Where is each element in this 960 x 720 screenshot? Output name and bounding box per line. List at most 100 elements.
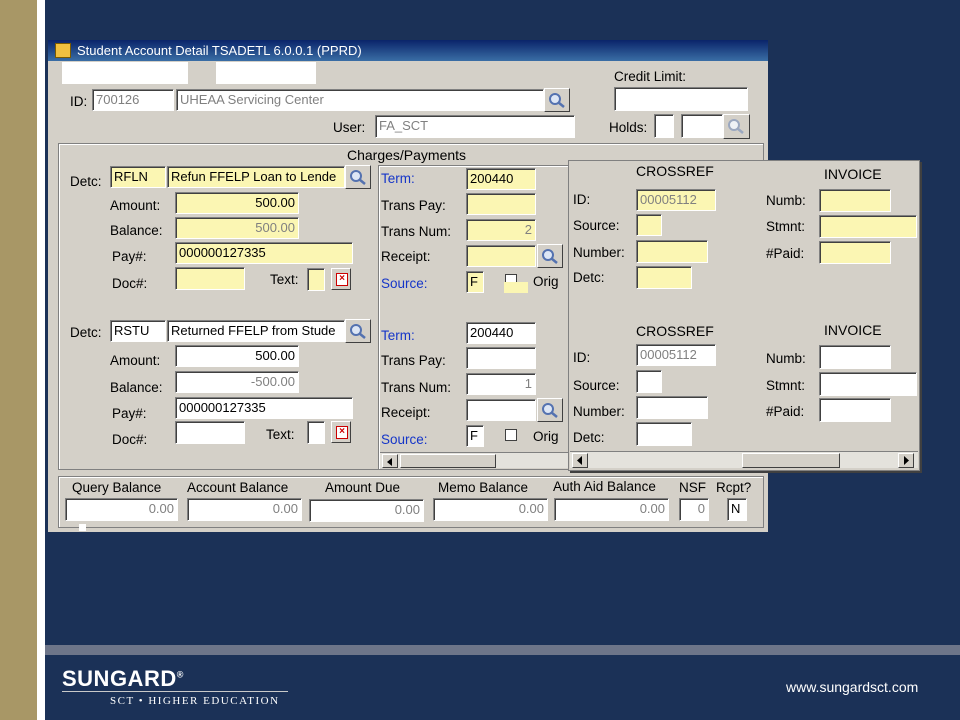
id-field[interactable]: 700126 bbox=[92, 89, 174, 111]
crossref-detc-field[interactable] bbox=[636, 422, 692, 446]
invoice-stmnt-label: Stmnt: bbox=[766, 219, 806, 234]
scroll-thumb[interactable] bbox=[742, 453, 840, 468]
scroll-right-button[interactable] bbox=[898, 453, 914, 468]
detc-search-button[interactable] bbox=[345, 319, 371, 343]
crossref-title: CROSSREF bbox=[636, 323, 714, 339]
balance-field: -500.00 bbox=[175, 371, 299, 393]
source-field[interactable]: F bbox=[466, 425, 484, 447]
id-label: ID: bbox=[70, 94, 88, 109]
doc-number-field[interactable] bbox=[175, 421, 245, 444]
user-label: User: bbox=[333, 120, 366, 135]
receipt-field[interactable] bbox=[466, 245, 536, 267]
doc-number-label: Doc#: bbox=[112, 276, 148, 291]
magnifier-icon bbox=[728, 119, 744, 134]
orig-highlight bbox=[504, 282, 528, 293]
receipt-search-button[interactable] bbox=[537, 244, 563, 268]
magnifier-icon bbox=[350, 170, 366, 185]
slide-white-bar bbox=[37, 0, 45, 720]
scroll-thumb[interactable] bbox=[400, 454, 496, 468]
memo-balance-label: Memo Balance bbox=[438, 480, 529, 495]
text-label: Text: bbox=[266, 427, 295, 442]
invoice-numb-field[interactable] bbox=[819, 189, 891, 212]
orig-checkbox[interactable] bbox=[505, 429, 517, 441]
charges-section-title: Charges/Payments bbox=[345, 147, 469, 163]
key-block-blank-2 bbox=[216, 62, 316, 84]
invoice-paid-field[interactable] bbox=[819, 398, 891, 422]
trans-pay-field[interactable] bbox=[466, 193, 536, 215]
user-field: FA_SCT bbox=[375, 115, 575, 138]
source-field[interactable]: F bbox=[466, 271, 484, 293]
crossref-id-label: ID: bbox=[573, 350, 591, 365]
invoice-numb-field[interactable] bbox=[819, 345, 891, 369]
arrow-left-icon bbox=[577, 456, 582, 465]
holds-field bbox=[681, 114, 723, 138]
text-clear-button[interactable]: × bbox=[331, 421, 351, 443]
account-balance-label: Account Balance bbox=[187, 480, 289, 495]
crossref-detc-label: Detc: bbox=[573, 270, 605, 285]
trans-num-label: Trans Num: bbox=[381, 380, 452, 395]
detc-search-button[interactable] bbox=[345, 165, 371, 189]
detc-code-field[interactable]: RSTU bbox=[110, 320, 166, 342]
pay-number-field[interactable]: 000000127335 bbox=[175, 397, 353, 419]
holds-flag-field bbox=[654, 114, 674, 138]
text-field[interactable] bbox=[307, 421, 325, 444]
detc-label: Detc: bbox=[70, 325, 102, 340]
amount-field[interactable]: 500.00 bbox=[175, 345, 299, 367]
rcpt-label: Rcpt? bbox=[716, 480, 752, 495]
balance-label: Balance: bbox=[110, 380, 163, 395]
pay-number-field[interactable]: 000000127335 bbox=[175, 242, 353, 264]
crossref-id-field: 00005112 bbox=[636, 344, 716, 366]
crossref-id-field: 00005112 bbox=[636, 189, 716, 211]
footer-rule bbox=[45, 645, 960, 655]
receipt-field[interactable] bbox=[466, 399, 536, 421]
query-balance-label: Query Balance bbox=[72, 480, 162, 495]
scroll-left-button[interactable] bbox=[572, 453, 588, 468]
invoice-paid-field[interactable] bbox=[819, 241, 891, 264]
logo-divider bbox=[62, 691, 288, 692]
auth-aid-balance-label: Auth Aid Balance bbox=[553, 479, 656, 494]
trans-pay-label: Trans Pay: bbox=[381, 353, 446, 368]
term-field[interactable]: 200440 bbox=[466, 322, 536, 344]
amount-due-label: Amount Due bbox=[325, 480, 401, 495]
source-label: Source: bbox=[381, 276, 428, 291]
query-balance-field: 0.00 bbox=[65, 498, 178, 521]
amount-field[interactable]: 500.00 bbox=[175, 192, 299, 214]
crossref-number-field[interactable] bbox=[636, 396, 708, 419]
crossref-number-field[interactable] bbox=[636, 240, 708, 263]
invoice-paid-label: #Paid: bbox=[766, 404, 805, 419]
text-field[interactable] bbox=[307, 268, 325, 291]
crossref-detc-field[interactable] bbox=[636, 266, 692, 289]
logo-subtitle: SCT • HIGHER EDUCATION bbox=[110, 695, 280, 707]
detc-desc-field: Refun FFELP Loan to Lende bbox=[167, 166, 345, 188]
amount-label: Amount: bbox=[110, 353, 161, 368]
doc-number-field[interactable] bbox=[175, 267, 245, 290]
orig-label: Orig bbox=[533, 274, 559, 289]
invoice-stmnt-field[interactable] bbox=[819, 215, 917, 238]
crossref-source-label: Source: bbox=[573, 218, 620, 233]
receipt-label: Receipt: bbox=[381, 249, 431, 264]
magnifier-icon bbox=[542, 249, 558, 264]
receipt-search-button[interactable] bbox=[537, 398, 563, 422]
invoice-stmnt-field[interactable] bbox=[819, 372, 917, 396]
crossref-source-field[interactable] bbox=[636, 214, 662, 236]
holds-search-button[interactable] bbox=[723, 114, 750, 139]
app-icon bbox=[55, 43, 71, 58]
magnifier-icon bbox=[542, 403, 558, 418]
id-search-button[interactable] bbox=[544, 88, 570, 112]
amount-due-field: 0.00 bbox=[309, 499, 424, 522]
credit-limit-label: Credit Limit: bbox=[614, 69, 687, 84]
crossref-scrollbar[interactable] bbox=[570, 451, 918, 468]
trans-num-field: 1 bbox=[466, 373, 536, 395]
crossref-number-label: Number: bbox=[573, 245, 625, 260]
text-clear-button[interactable]: × bbox=[331, 268, 351, 290]
trans-pay-field[interactable] bbox=[466, 347, 536, 369]
close-icon: × bbox=[336, 273, 348, 286]
term-field[interactable]: 200440 bbox=[466, 168, 536, 190]
transaction-scrollbar[interactable] bbox=[380, 452, 570, 468]
close-icon: × bbox=[336, 426, 348, 439]
scroll-left-button[interactable] bbox=[382, 454, 398, 468]
crossref-source-field[interactable] bbox=[636, 370, 662, 393]
detc-code-field[interactable]: RFLN bbox=[110, 166, 166, 188]
balance-label: Balance: bbox=[110, 223, 163, 238]
detc-label: Detc: bbox=[70, 174, 102, 189]
